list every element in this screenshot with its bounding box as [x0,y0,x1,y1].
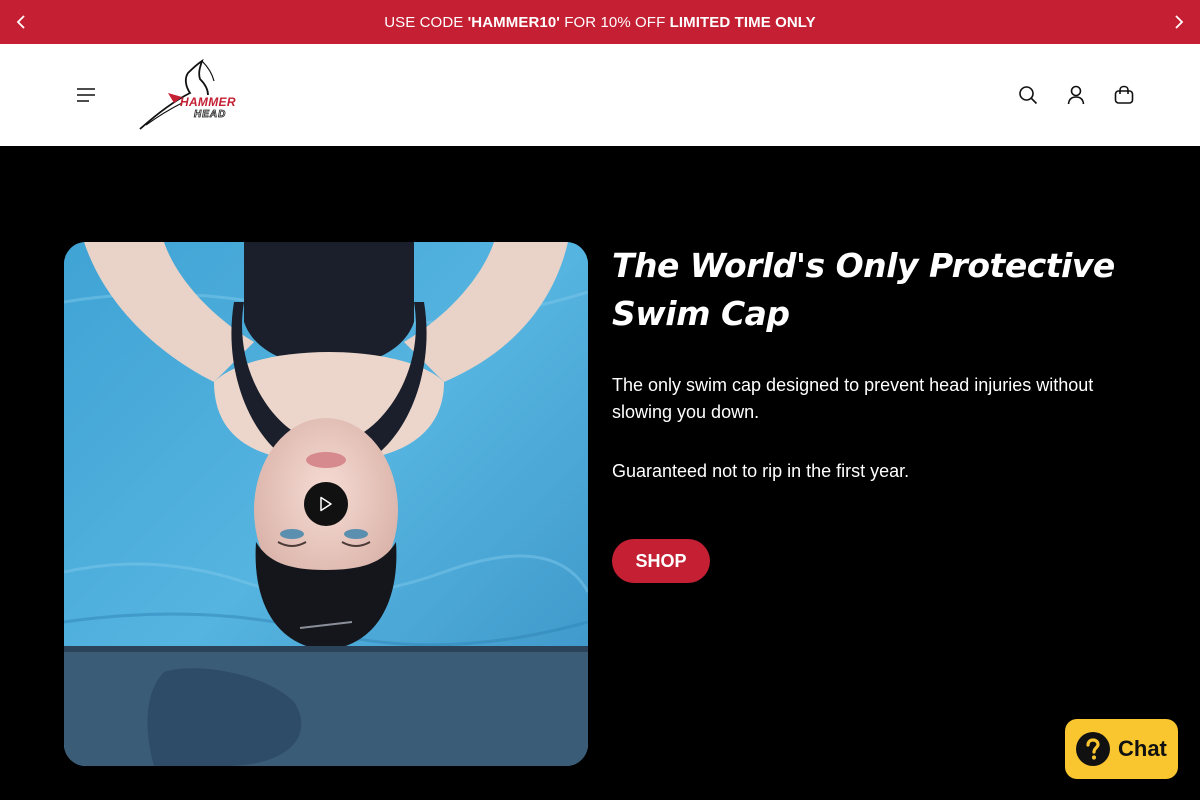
account-icon [1067,85,1085,105]
chevron-right-icon [1175,15,1184,29]
hero-description: The only swim cap designed to prevent he… [612,375,1094,422]
hero-video[interactable] [64,242,588,766]
account-button[interactable] [1062,81,1090,109]
next-announcement-button[interactable] [1169,12,1189,32]
hero-title: The World's Only Protective Swim Cap [612,246,1115,333]
cart-icon [1114,85,1134,104]
logo-text-head: HEAD [194,109,227,121]
announcement-middle: FOR 10% OFF [559,13,670,31]
announcement-bar: USE CODE 'HAMMER10' FOR 10% OFF LIMITED … [0,0,1200,44]
announcement-text: USE CODE 'HAMMER10' FOR 10% OFF LIMITED … [384,14,816,31]
chevron-left-icon [16,15,25,29]
help-icon [1076,732,1110,766]
hero-guarantee: Guaranteed not to rip in the first year. [612,461,910,481]
chat-button[interactable]: Chat [1065,719,1178,779]
chat-label: Chat [1118,736,1167,761]
previous-announcement-button[interactable] [11,12,31,32]
promo-code: 'HAMMER10' [467,13,560,31]
site-logo[interactable]: HAMMER HEAD [138,59,262,131]
announcement-emphasis: LIMITED TIME ONLY [669,13,816,31]
search-button[interactable] [1014,81,1042,109]
play-icon [320,496,332,512]
search-icon [1019,86,1038,105]
announcement-prefix: USE CODE [384,13,468,31]
site-header: HAMMER HEAD [0,44,1200,146]
logo-text-hammer: HAMMER [180,95,236,109]
play-button[interactable] [304,482,348,526]
menu-button[interactable] [72,81,100,109]
shop-button[interactable]: SHOP [612,539,710,583]
cart-button[interactable] [1110,81,1138,109]
menu-icon [77,88,95,102]
